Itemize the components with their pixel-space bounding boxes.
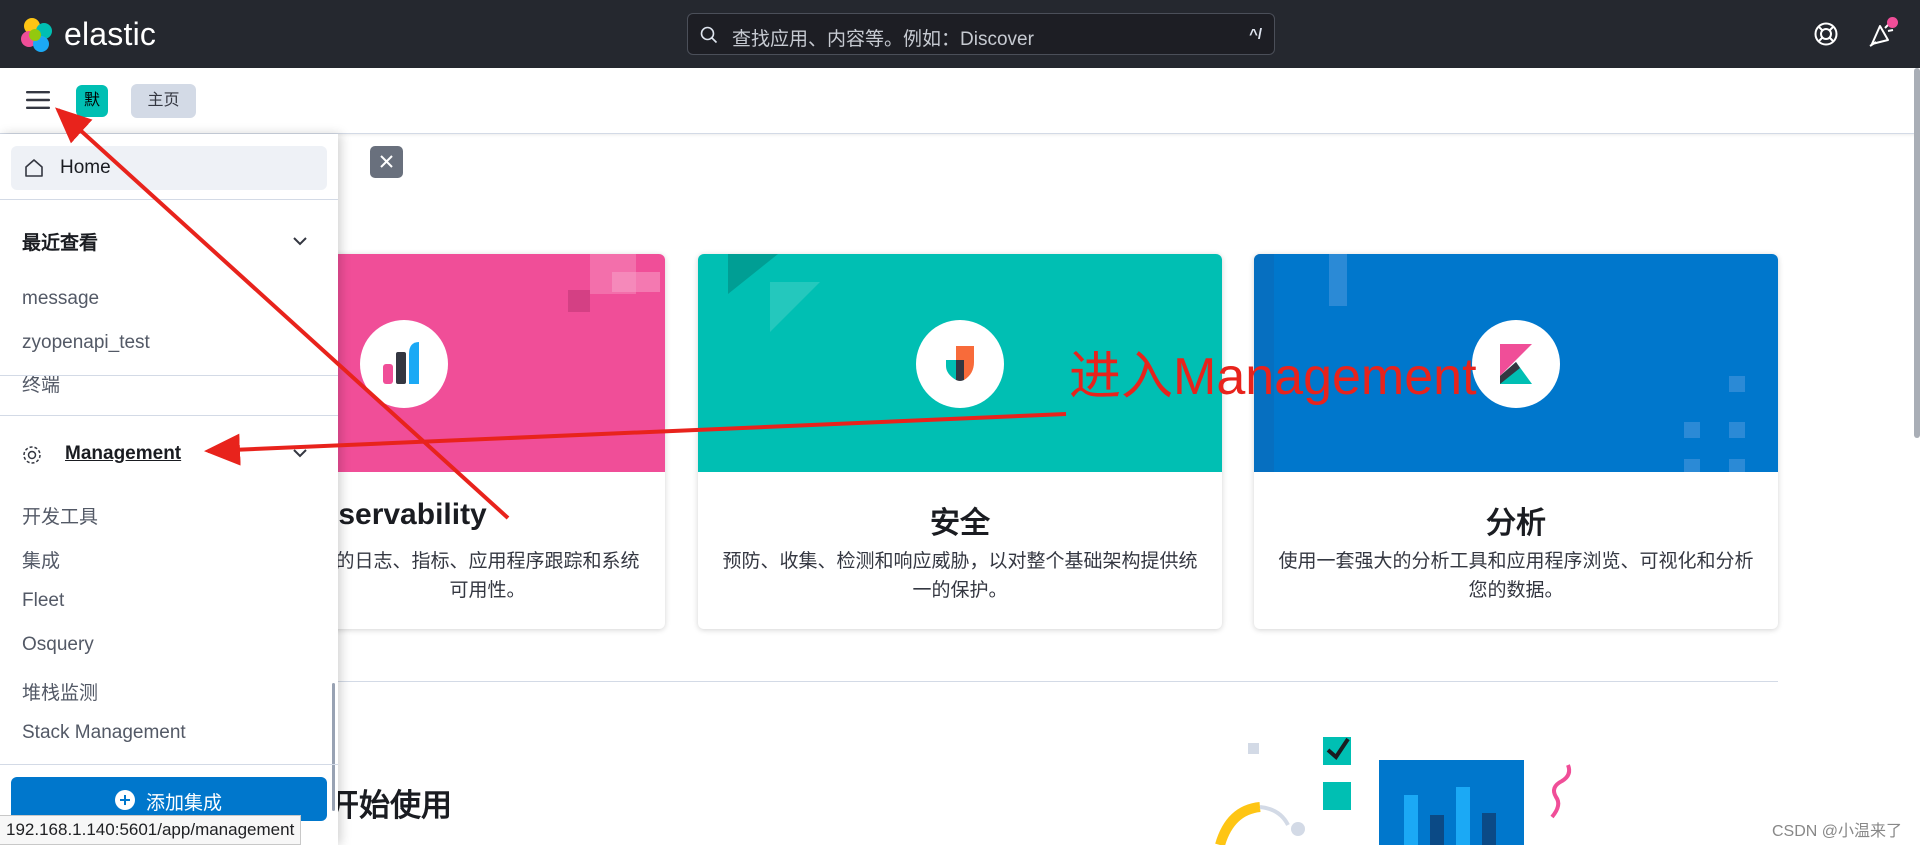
close-icon <box>380 155 393 168</box>
solution-card-security[interactable]: 安全 预防、收集、检测和响应威胁，以对整个基础架构提供统 一的保护。 <box>698 254 1222 629</box>
global-search[interactable]: 查找应用、内容等。例如：Discover ^/ <box>687 13 1275 55</box>
nav-divider <box>0 764 338 765</box>
search-input[interactable]: 查找应用、内容等。例如：Discover <box>732 24 1034 51</box>
recent-section-title[interactable]: 最近查看 <box>22 228 98 255</box>
nav-divider <box>0 199 338 200</box>
security-icon <box>946 346 974 381</box>
card-desc: 的日志、指标、应用程序跟踪和系统 可用性。 <box>335 551 640 601</box>
nav-item-fleet[interactable]: Fleet <box>22 590 64 612</box>
home-icon <box>25 159 43 177</box>
search-shortcut: ^/ <box>1249 26 1262 43</box>
nav-divider <box>0 375 338 376</box>
analytics-logo <box>1472 320 1560 408</box>
space-avatar[interactable]: 默 <box>76 85 108 117</box>
section-divider <box>338 681 1778 682</box>
card-title: 分析 <box>1486 507 1546 540</box>
top-header: elastic 查找应用、内容等。例如：Discover ^/ <box>0 0 1920 68</box>
management-section-title[interactable]: Management <box>65 443 181 465</box>
close-button[interactable] <box>370 146 403 178</box>
recent-item[interactable]: message <box>22 288 99 310</box>
nav-item-stack-management[interactable]: Stack Management <box>22 722 186 744</box>
add-integration-label: 添加集成 <box>146 793 223 814</box>
nav-divider <box>0 415 338 416</box>
elastic-logo-icon <box>21 17 52 52</box>
card-desc: 预防、收集、检测和响应威胁，以对整个基础架构提供统 一的保护。 <box>722 551 1198 601</box>
gear-icon <box>23 446 41 464</box>
help-icon[interactable] <box>1813 21 1839 47</box>
get-started-illustration <box>1215 737 1572 845</box>
recent-item[interactable]: zyopenapi_test <box>22 332 150 354</box>
menu-icon[interactable] <box>26 90 50 110</box>
observability-icon <box>383 342 419 384</box>
status-url: 192.168.1.140:5601/app/management <box>0 815 302 845</box>
annotation-label: 进入Management <box>1069 348 1477 406</box>
solution-card-analytics[interactable]: 分析 使用一套强大的分析工具和应用程序浏览、可视化和分析 您的数据。 <box>1254 254 1778 629</box>
security-logo <box>916 320 1004 408</box>
brand-name: elastic <box>64 16 157 52</box>
nav-item-osquery[interactable]: Osquery <box>22 634 94 656</box>
chevron-down-icon[interactable] <box>290 231 310 251</box>
nav-item-dev-tools[interactable]: 开发工具 <box>22 502 98 529</box>
kibana-icon <box>1500 344 1532 384</box>
side-navigation: Home 最近查看 message zyopenapi_test 终端 Mana… <box>0 134 338 845</box>
page-scrollbar[interactable] <box>1914 68 1920 438</box>
nav-scrollbar[interactable] <box>332 683 335 811</box>
chevron-down-icon[interactable] <box>290 443 310 463</box>
nav-item-home-label: Home <box>60 157 111 178</box>
breadcrumb: 主页 <box>131 84 196 118</box>
card-title: 安全 <box>930 507 990 540</box>
nav-item-home[interactable]: Home <box>11 146 327 190</box>
observability-logo <box>360 320 448 408</box>
breadcrumb-bar <box>0 68 1920 134</box>
plus-circle-icon <box>115 790 135 810</box>
nav-item-integrations[interactable]: 集成 <box>22 546 60 573</box>
notification-dot <box>1887 17 1898 28</box>
get-started-heading: 开始使用 <box>328 788 452 823</box>
elastic-logo[interactable]: elastic <box>20 16 156 53</box>
nav-item-stack-monitoring[interactable]: 堆栈监测 <box>22 678 98 705</box>
card-title: bservability <box>320 498 487 531</box>
search-icon <box>700 26 718 44</box>
watermark: CSDN @小温来了 <box>1772 823 1903 840</box>
card-desc: 使用一套强大的分析工具和应用程序浏览、可视化和分析 您的数据。 <box>1278 551 1754 601</box>
